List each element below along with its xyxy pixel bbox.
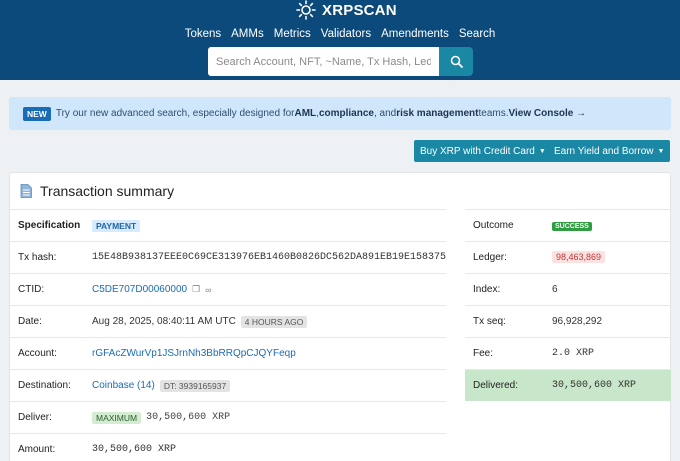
brand-name: XRPSCAN	[322, 1, 397, 19]
tx-seq-value: 96,928,292	[552, 316, 603, 327]
banner-aml: AML	[294, 108, 317, 119]
caret-down-icon: ▼	[538, 147, 546, 155]
ctid-value: C5DE707D00060000 ❐ ∞	[92, 284, 212, 295]
row-amount: Amount: 30,500,600 XRP	[10, 433, 446, 461]
search-icon	[450, 55, 463, 68]
row-tx-seq: Tx seq: 96,928,292	[465, 305, 671, 337]
outcome-value: SUCCESS	[552, 220, 592, 231]
buy-xrp-label: Buy XRP with Credit Card	[420, 145, 535, 157]
transaction-summary-card: Transaction summary Specification PAYMEN…	[9, 172, 671, 461]
delivered-value: 30,500,600 XRP	[552, 380, 637, 391]
banner-risk: risk management	[396, 108, 479, 119]
copy-icon[interactable]: ❐	[192, 284, 200, 295]
banner-compliance: compliance	[318, 108, 374, 119]
tx-hash-value[interactable]: 15E48B938137EEE0C69CE313976EB1460B0826DC…	[92, 252, 446, 263]
promo-banner: NEW Try our new advanced search, especia…	[9, 97, 671, 130]
account-value: rGFAcZWurVp1JSJrnNh3BbRRQpCJQYFeqp	[92, 348, 296, 359]
specification-value: PAYMENT	[92, 219, 141, 232]
row-outcome: Outcome SUCCESS	[465, 209, 671, 241]
ctid-link[interactable]: C5DE707D00060000	[92, 284, 187, 295]
time-ago-badge: 4 HOURS AGO	[240, 315, 308, 328]
specification-label: Specification	[18, 220, 81, 231]
buy-xrp-button[interactable]: Buy XRP with Credit Card ▼	[414, 140, 552, 162]
index-value: 6	[552, 284, 558, 295]
view-console-link[interactable]: View Console →	[509, 108, 587, 119]
date-value: Aug 28, 2025, 08:40:11 AM UTC 4 HOURS AG…	[92, 315, 308, 328]
row-ctid: CTID: C5DE707D00060000 ❐ ∞	[10, 273, 446, 305]
document-icon	[20, 184, 32, 198]
destination-label: Destination:	[18, 380, 71, 391]
date-label: Date:	[18, 316, 42, 327]
row-deliver: Deliver: MAXIMUM 30,500,600 XRP	[10, 401, 446, 433]
row-destination: Destination: Coinbase (14) DT: 393916593…	[10, 369, 446, 401]
search-input[interactable]	[208, 47, 439, 76]
nav-metrics[interactable]: Metrics	[269, 27, 316, 41]
date-text: Aug 28, 2025, 08:40:11 AM UTC	[92, 316, 236, 327]
nav-validators[interactable]: Validators	[316, 27, 376, 41]
search-bar	[208, 47, 473, 76]
banner-sep-2: , and	[373, 108, 397, 119]
sun-logo-icon	[296, 0, 316, 20]
search-button[interactable]	[439, 47, 473, 76]
ledger-link[interactable]: 98,463,869	[552, 251, 606, 263]
row-specification: Specification PAYMENT	[10, 209, 446, 241]
maximum-badge: MAXIMUM	[92, 411, 142, 424]
banner-text-2: teams.	[478, 108, 509, 119]
outcome-label: Outcome	[473, 220, 514, 231]
deliver-amount: 30,500,600 XRP	[146, 412, 231, 423]
row-account: Account: rGFAcZWurVp1JSJrnNh3BbRRQpCJQYF…	[10, 337, 446, 369]
payment-badge: PAYMENT	[92, 219, 141, 232]
top-header: XRPSCAN Tokens AMMs Metrics Validators A…	[0, 0, 680, 80]
amount-value: 30,500,600 XRP	[92, 444, 177, 455]
earn-yield-label: Earn Yield and Borrow	[554, 145, 654, 157]
ledger-label: Ledger:	[473, 252, 507, 263]
caret-down-icon: ▼	[657, 147, 665, 155]
deliver-value: MAXIMUM 30,500,600 XRP	[92, 411, 231, 424]
ledger-value: 98,463,869	[552, 251, 606, 263]
tx-hash-label: Tx hash:	[18, 252, 57, 263]
account-label: Account:	[18, 348, 57, 359]
nav-tokens[interactable]: Tokens	[180, 27, 226, 41]
main-nav: Tokens AMMs Metrics Validators Amendment…	[0, 27, 680, 41]
account-link[interactable]: rGFAcZWurVp1JSJrnNh3BbRRQpCJQYFeqp	[92, 348, 296, 359]
fee-label: Fee:	[473, 348, 494, 359]
brand[interactable]: XRPSCAN	[296, 0, 397, 20]
nav-amms[interactable]: AMMs	[226, 27, 269, 41]
row-delivered: Delivered: 30,500,600 XRP	[465, 369, 671, 401]
row-ledger: Ledger: 98,463,869	[465, 241, 671, 273]
details-table: Specification PAYMENT Tx hash: 15E48B938…	[10, 209, 446, 461]
tx-seq-label: Tx seq:	[473, 316, 506, 327]
card-title: Transaction summary	[20, 183, 174, 199]
index-label: Index:	[473, 284, 501, 295]
success-badge: SUCCESS	[552, 222, 592, 231]
amount-label: Amount:	[18, 444, 56, 455]
new-badge: NEW	[23, 106, 51, 121]
fee-value: 2.0 XRP	[552, 348, 595, 359]
earn-yield-button[interactable]: Earn Yield and Borrow ▼	[548, 140, 671, 162]
deliver-label: Deliver:	[18, 412, 52, 423]
destination-tag-badge: DT: 3939165937	[159, 379, 231, 392]
outcome-table: Outcome SUCCESS Ledger: 98,463,869 Index…	[465, 209, 671, 401]
destination-link[interactable]: Coinbase (14)	[92, 380, 155, 391]
nav-amendments[interactable]: Amendments	[376, 27, 454, 41]
row-fee: Fee: 2.0 XRP	[465, 337, 671, 369]
ctid-label: CTID:	[18, 284, 45, 295]
link-icon[interactable]: ∞	[205, 285, 211, 295]
destination-value: Coinbase (14) DT: 3939165937	[92, 379, 231, 392]
row-tx-hash: Tx hash: 15E48B938137EEE0C69CE313976EB14…	[10, 241, 446, 273]
row-date: Date: Aug 28, 2025, 08:40:11 AM UTC 4 HO…	[10, 305, 446, 337]
banner-text-1: Try our new advanced search, especially …	[55, 108, 295, 119]
delivered-label: Delivered:	[473, 380, 519, 391]
card-title-text: Transaction summary	[40, 183, 175, 199]
nav-search[interactable]: Search	[454, 27, 500, 41]
row-index: Index: 6	[465, 273, 671, 305]
